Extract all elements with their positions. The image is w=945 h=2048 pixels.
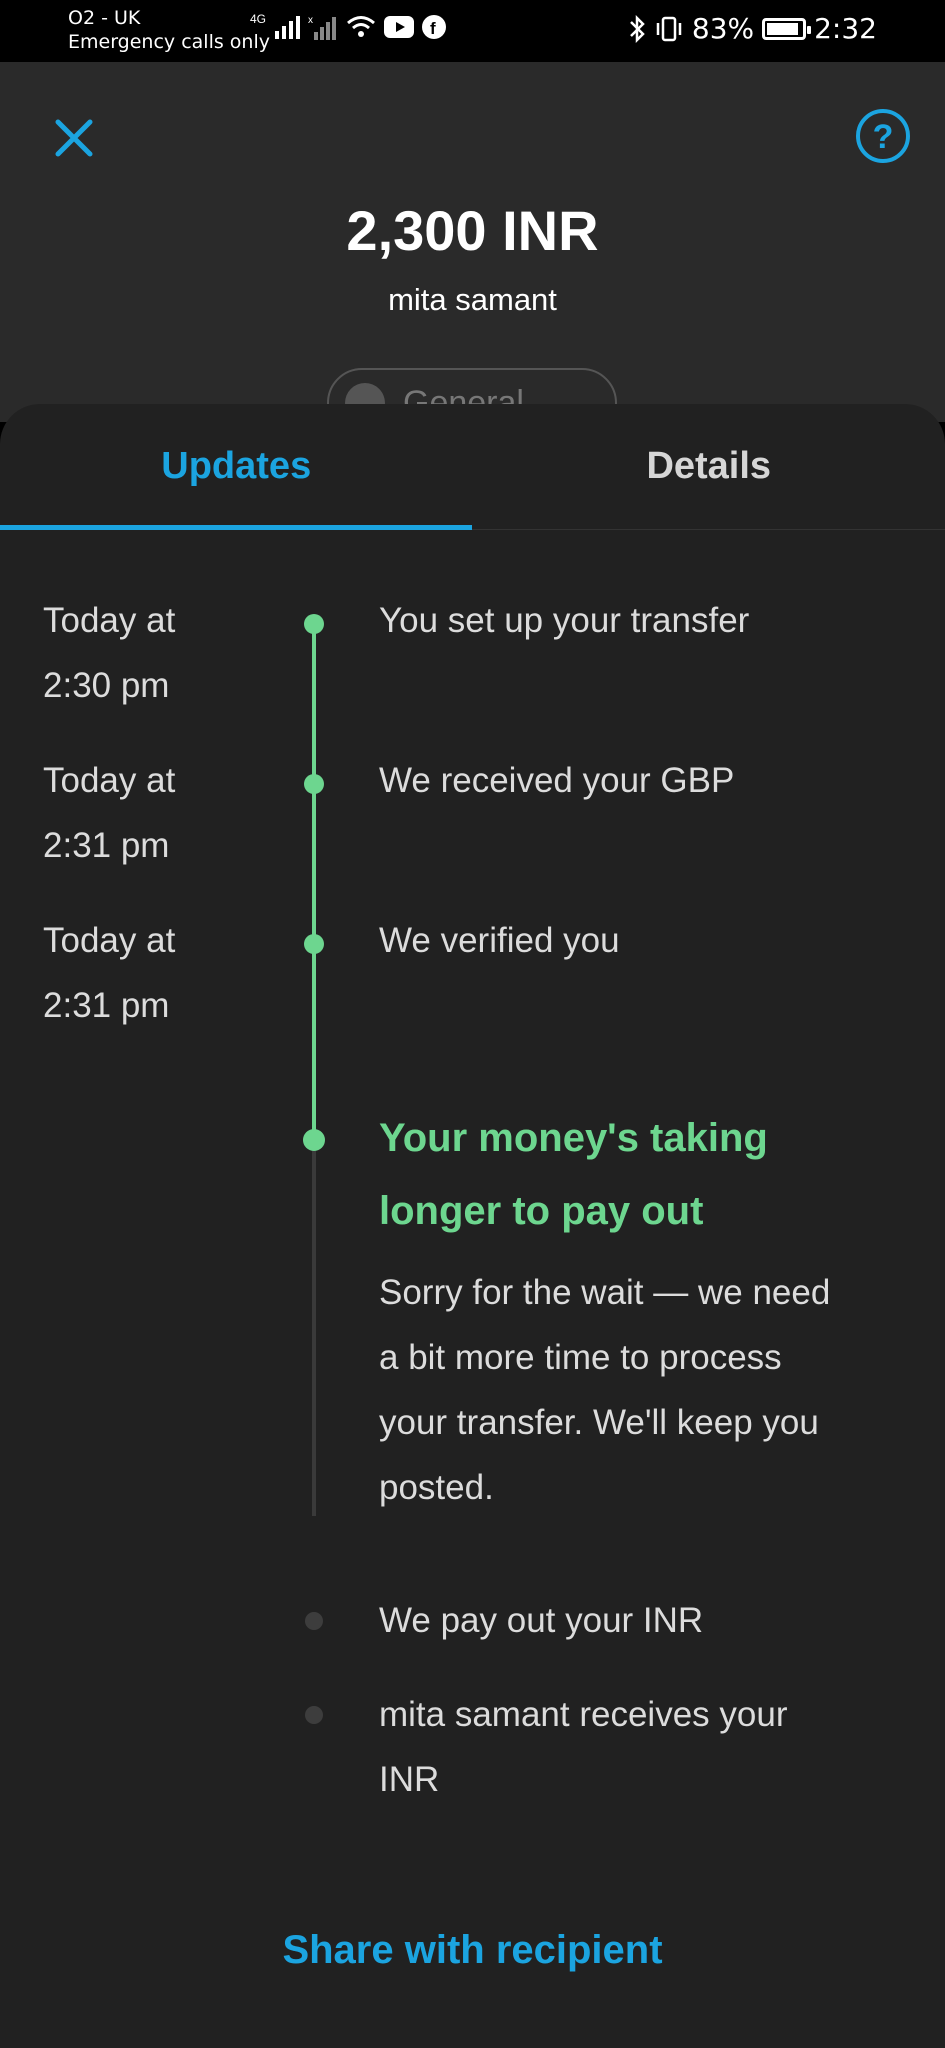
youtube-icon (384, 16, 415, 38)
pending-event-text: mita samant receives your INR (379, 1682, 899, 1812)
carrier-name: O2 - UK (68, 7, 141, 29)
timeline-pending-line (312, 1136, 316, 1516)
transfer-sheet: Updates Details Today at 2:30 pm You set… (0, 404, 945, 2048)
svg-text:x: x (308, 15, 313, 26)
event-time-line1: Today at (43, 761, 176, 800)
current-status-body: Sorry for the wait — we need a bit more … (379, 1260, 899, 1520)
event-text: We received your GBP (379, 761, 735, 800)
wifi-icon (347, 16, 375, 37)
timeline-dot-done (304, 774, 324, 794)
timeline-dot-pending (305, 1612, 323, 1630)
help-icon: ? (856, 109, 910, 163)
recipient-name: mita samant (388, 282, 557, 317)
event-text: We verified you (379, 921, 620, 960)
battery-icon (762, 17, 812, 40)
body-line4: posted. (379, 1468, 494, 1507)
timeline-dot-current (303, 1129, 325, 1151)
timeline-dot-done (304, 614, 324, 634)
timeline-dot-done (304, 934, 324, 954)
help-button[interactable]: ? (855, 108, 911, 164)
timeline: Today at 2:30 pm You set up your transfe… (0, 530, 945, 1830)
transfer-amount: 2,300 INR (346, 199, 599, 262)
share-with-recipient-button[interactable]: Share with recipient (0, 1928, 945, 1973)
signal-no-service-icon: x (308, 15, 337, 40)
event-text: You set up your transfer (379, 601, 750, 640)
clock: 2:32 (814, 12, 877, 45)
event-time: Today at 2:31 pm (43, 908, 273, 1038)
event-time-line1: Today at (43, 921, 176, 960)
facebook-icon: f (422, 15, 447, 39)
vibrate-icon (656, 16, 682, 41)
current-status-heading: Your money's taking longer to pay out (379, 1102, 899, 1248)
event-time: Today at 2:30 pm (43, 588, 273, 718)
svg-text:f: f (430, 19, 436, 38)
status-icons: 4G x f (250, 12, 447, 40)
event-time-line2: 2:30 pm (43, 666, 170, 705)
close-icon (55, 119, 93, 157)
carrier-sub: Emergency calls only (68, 31, 270, 53)
signal-icon (275, 16, 301, 39)
timeline-dot-pending (305, 1706, 323, 1724)
event-time: Today at 2:31 pm (43, 748, 273, 878)
tab-updates[interactable]: Updates (0, 404, 473, 529)
heading-line2: longer to pay out (379, 1189, 704, 1233)
transfer-header: ? 2,300 INR mita samant General (0, 62, 945, 438)
bluetooth-icon (629, 14, 645, 43)
pending-line1: mita samant receives your (379, 1695, 788, 1734)
body-line3: your transfer. We'll keep you (379, 1403, 819, 1442)
status-right: 83% 2:32 (628, 12, 877, 45)
pending-event-text: We pay out your INR (379, 1601, 704, 1640)
network-type-label: 4G (250, 12, 267, 26)
body-line2: a bit more time to process (379, 1338, 782, 1377)
tab-details[interactable]: Details (473, 404, 945, 529)
close-button[interactable] (48, 112, 100, 164)
event-time-line2: 2:31 pm (43, 986, 170, 1025)
event-time-line2: 2:31 pm (43, 826, 170, 865)
event-time-line1: Today at (43, 601, 176, 640)
svg-text:?: ? (873, 118, 894, 156)
battery-percent: 83% (691, 12, 755, 45)
pending-line2: INR (379, 1760, 440, 1799)
tab-bar: Updates Details (0, 404, 945, 530)
status-bar: O2 - UK Emergency calls only 4G x f 83% … (0, 0, 945, 62)
timeline-progress-line (312, 620, 316, 1136)
body-line1: Sorry for the wait — we need (379, 1273, 831, 1312)
carrier-info: O2 - UK Emergency calls only (68, 6, 270, 54)
heading-line1: Your money's taking (379, 1116, 768, 1160)
